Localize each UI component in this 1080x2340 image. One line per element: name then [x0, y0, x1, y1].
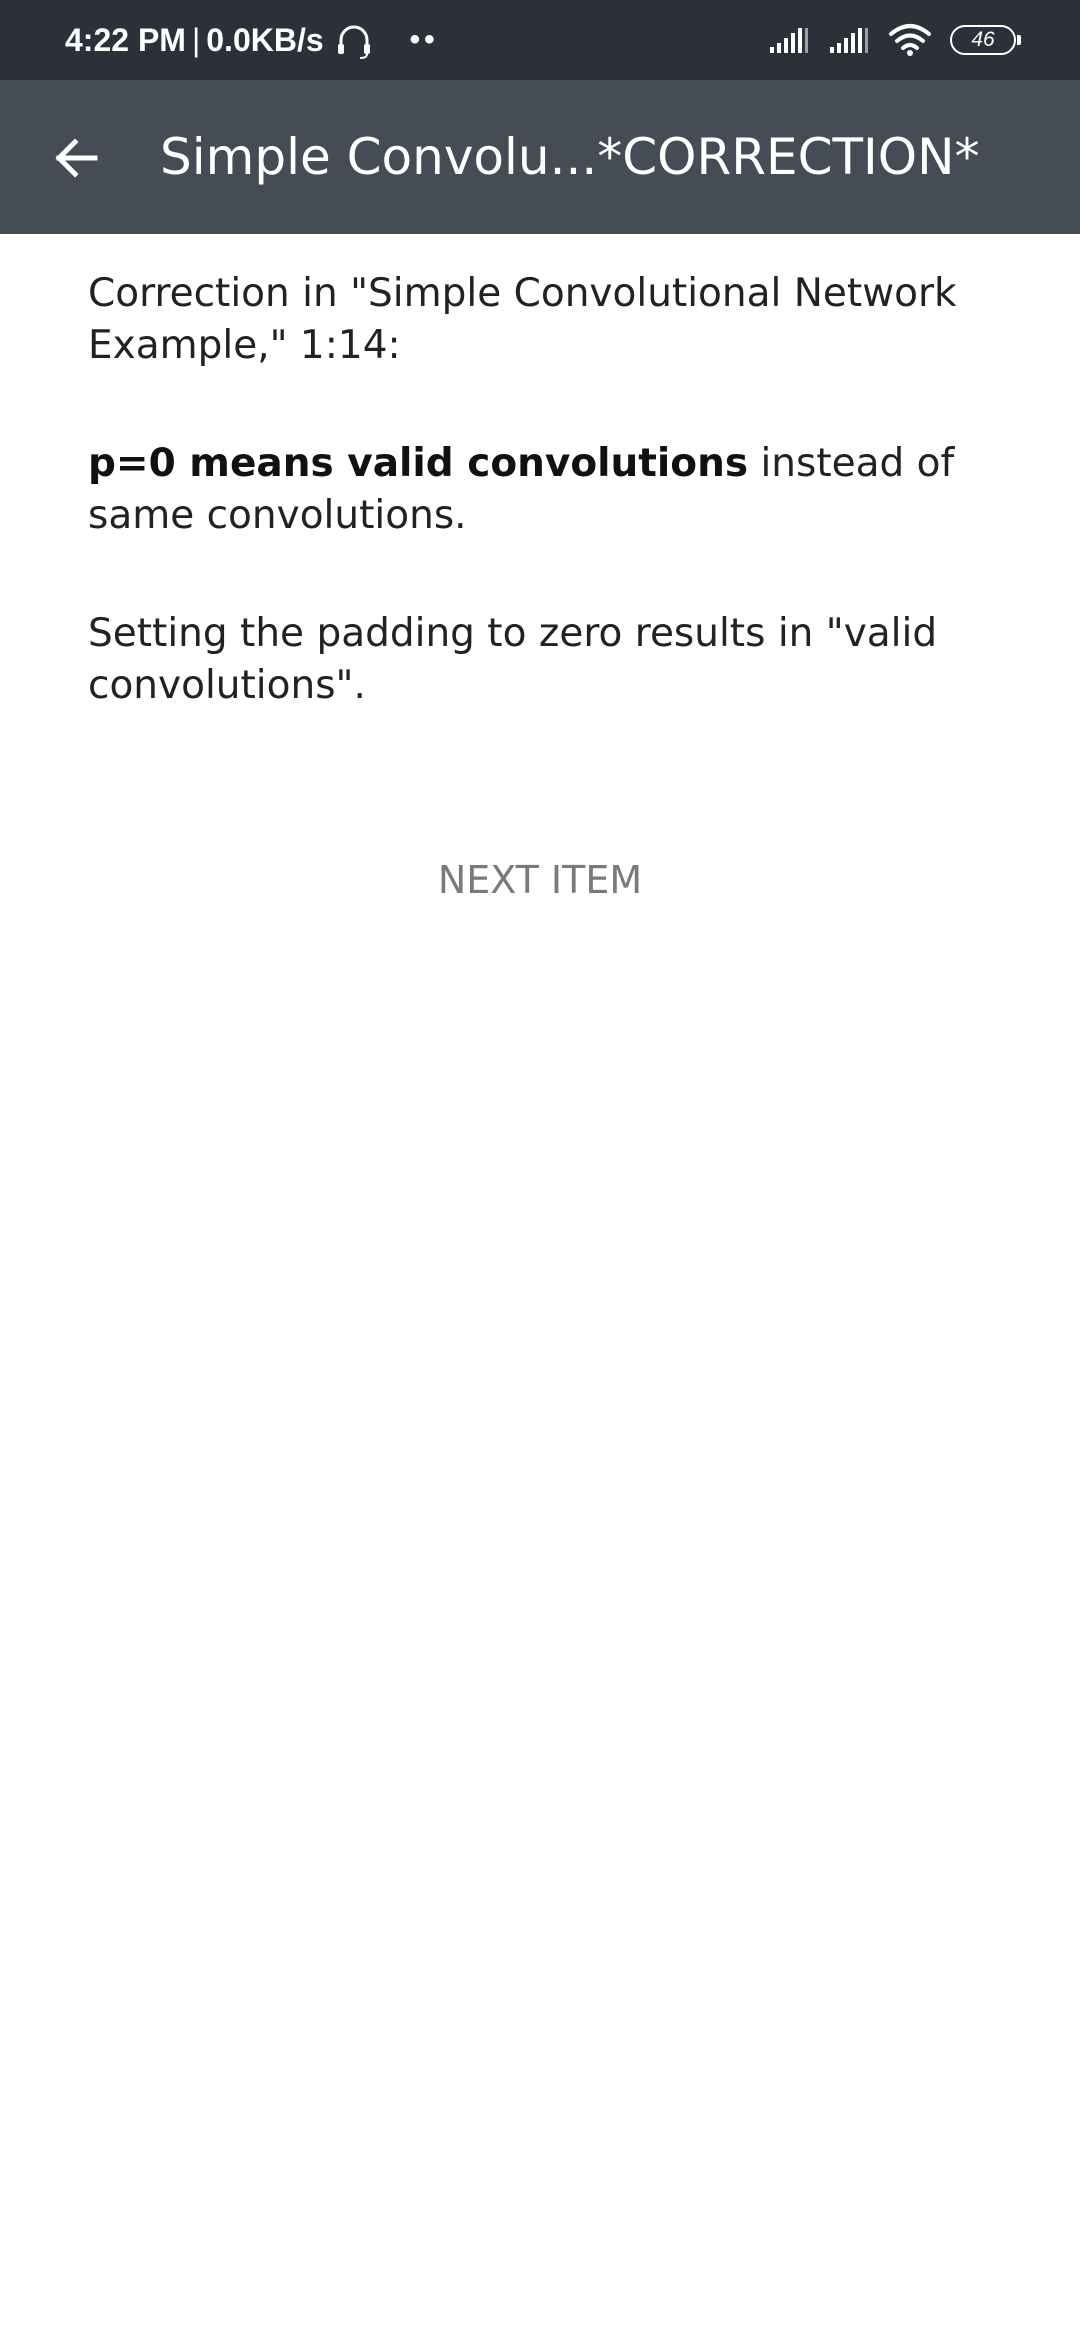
back-button[interactable] [40, 122, 112, 194]
arrow-left-icon [55, 138, 98, 178]
headset-icon [337, 25, 370, 59]
signal-icon [770, 28, 808, 53]
status-left: 4:22 PM | 0.0KB/s •• [65, 0, 439, 80]
correction-detail: p=0 means valid convolutions instead of … [88, 372, 1018, 542]
correction-intro: Correction in "Simple Convolutional Netw… [88, 271, 957, 368]
signal-icon [830, 28, 868, 53]
correction-explanation: Setting the padding to zero results in "… [88, 611, 938, 708]
status-right: 46 [768, 0, 1021, 80]
next-item-button[interactable]: NEXT ITEM [0, 858, 1080, 902]
status-time: 4:22 PM [65, 21, 186, 58]
wifi-icon [889, 24, 931, 56]
page-title: Simple Convolu...*CORRECTION* [160, 128, 980, 186]
status-network-speed: 0.0KB/s [206, 21, 324, 58]
notification-dots: •• [409, 23, 439, 56]
battery-icon: 46 [950, 25, 1021, 55]
status-separator: | [191, 21, 201, 58]
correction-content: Correction in "Simple Convolutional Netw… [88, 234, 1018, 712]
correction-highlight: p=0 means valid convolutions [88, 441, 749, 486]
status-bar: 4:22 PM | 0.0KB/s •• 46 [0, 0, 1080, 80]
app-bar: Simple Convolu...*CORRECTION* [0, 80, 1080, 234]
battery-level: 46 [971, 28, 995, 51]
